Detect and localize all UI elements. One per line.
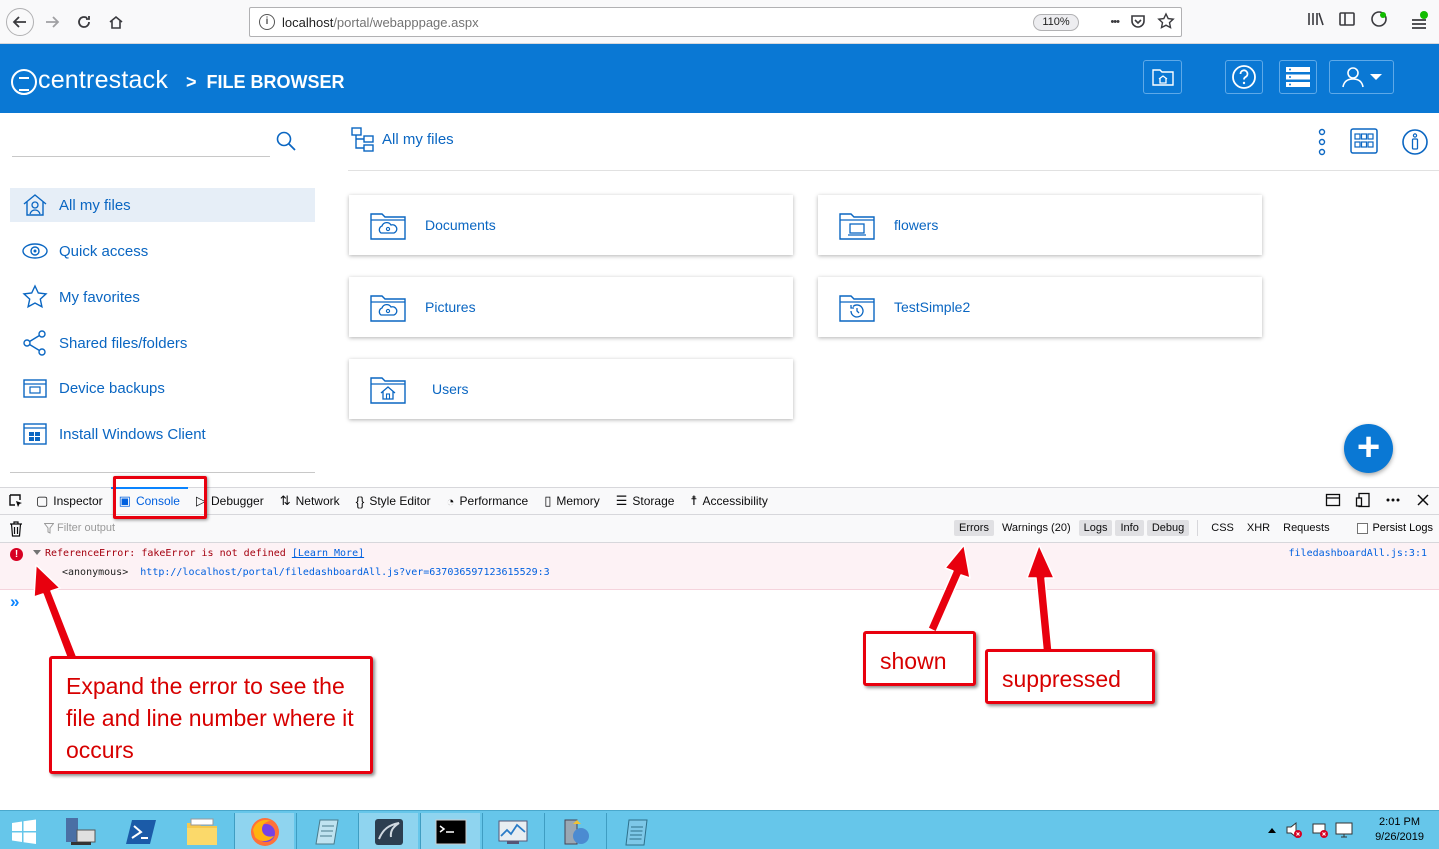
network-warning-icon[interactable] xyxy=(1311,821,1329,839)
firefox-icon xyxy=(250,817,279,846)
taskbar-firefox[interactable] xyxy=(234,813,294,849)
command-prompt-icon xyxy=(435,819,466,844)
taskbar-notepad[interactable] xyxy=(606,813,666,849)
taskbar-app-notebook[interactable] xyxy=(296,813,356,849)
taskbar-command-prompt[interactable] xyxy=(420,813,480,849)
taskbar-file-explorer[interactable] xyxy=(172,813,232,849)
suppressed-callout: suppressed xyxy=(985,649,1155,704)
file-explorer-icon xyxy=(187,818,217,845)
tray-expand-icon[interactable] xyxy=(1267,826,1277,834)
windows-logo-icon xyxy=(12,819,36,844)
windows-taskbar: 2:01 PM 9/26/2019 xyxy=(0,810,1439,849)
volume-muted-icon[interactable] xyxy=(1285,821,1303,839)
shown-callout: shown xyxy=(863,631,976,686)
arrow-to-caret xyxy=(33,564,79,664)
start-button[interactable] xyxy=(0,813,48,849)
taskbar-sql-management-studio[interactable] xyxy=(358,813,418,849)
arrow-to-warnings xyxy=(1026,544,1055,651)
expand-error-callout: Expand the error to see the file and lin… xyxy=(49,656,373,774)
taskbar-iis-manager[interactable] xyxy=(544,813,604,849)
iis-manager-icon xyxy=(564,819,589,844)
powershell-icon xyxy=(126,819,156,844)
server-manager-icon xyxy=(66,817,96,845)
clock-time: 2:01 PM xyxy=(1379,816,1421,828)
taskbar-clock[interactable]: 2:01 PM 9/26/2019 xyxy=(1375,815,1424,845)
sql-studio-icon xyxy=(374,818,403,845)
notebook-app-icon xyxy=(314,819,339,844)
taskbar-powershell[interactable] xyxy=(112,813,172,849)
taskbar-server-manager[interactable] xyxy=(50,813,110,849)
taskbar-performance-monitor[interactable] xyxy=(482,813,542,849)
arrow-to-errors xyxy=(927,544,971,633)
clock-date: 9/26/2019 xyxy=(1375,831,1424,843)
notepad-icon xyxy=(624,819,648,845)
performance-monitor-icon xyxy=(498,820,527,844)
display-icon[interactable] xyxy=(1335,821,1353,839)
